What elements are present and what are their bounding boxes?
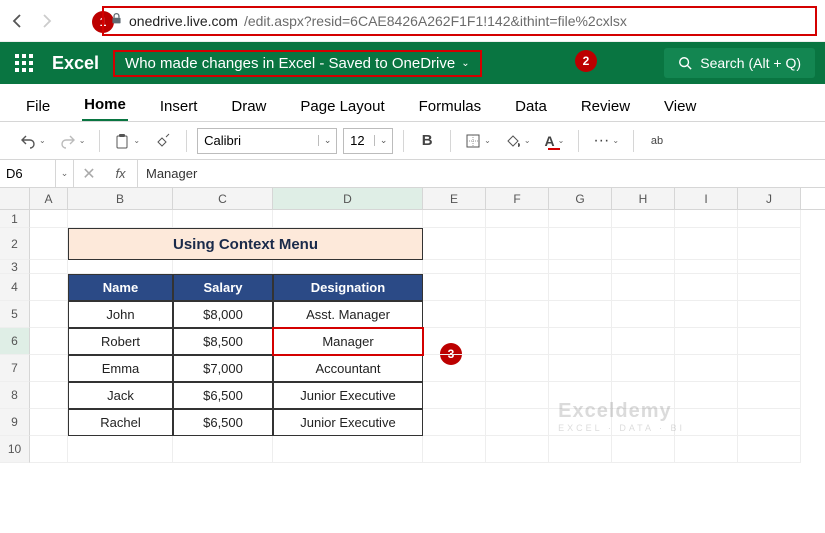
- url-host: onedrive.live.com: [129, 13, 238, 29]
- tab-review[interactable]: Review: [579, 92, 632, 121]
- annotation-badge-2: 2: [575, 50, 597, 72]
- table-cell[interactable]: Rachel: [68, 409, 173, 436]
- name-box-dropdown[interactable]: ⌄: [56, 160, 74, 187]
- col-header[interactable]: H: [612, 188, 675, 209]
- more-options-button[interactable]: ···⌄: [589, 128, 623, 154]
- table-cell[interactable]: John: [68, 301, 173, 328]
- row-header[interactable]: 10: [0, 436, 30, 463]
- spreadsheet-grid[interactable]: A B C D E F G H I J 1 2 Using Context Men…: [0, 188, 825, 463]
- tab-file[interactable]: File: [24, 92, 52, 121]
- lock-icon: [110, 12, 123, 30]
- table-cell[interactable]: $6,500: [173, 409, 273, 436]
- col-header[interactable]: A: [30, 188, 68, 209]
- fill-color-button[interactable]: ⌄: [501, 128, 535, 154]
- table-header[interactable]: Name: [68, 274, 173, 301]
- row-header[interactable]: 9: [0, 409, 30, 436]
- document-title[interactable]: Who made changes in Excel - Saved to One…: [113, 50, 482, 77]
- ribbon-toolbar: ⌄ ⌄ ⌄ ⌄ ⌄ B ⌄ ⌄ A⌄ ···⌄ ab: [0, 122, 825, 160]
- wrap-text-button[interactable]: ab: [644, 128, 670, 154]
- col-header[interactable]: B: [68, 188, 173, 209]
- col-header[interactable]: D: [273, 188, 423, 209]
- font-color-button[interactable]: A⌄: [541, 128, 569, 154]
- table-header[interactable]: Salary: [173, 274, 273, 301]
- table-cell[interactable]: Emma: [68, 355, 173, 382]
- undo-button[interactable]: ⌄: [16, 128, 50, 154]
- table-cell[interactable]: $8,000: [173, 301, 273, 328]
- merged-title-cell[interactable]: Using Context Menu: [68, 228, 423, 260]
- paste-button[interactable]: ⌄: [110, 128, 144, 154]
- font-name-input[interactable]: [198, 129, 318, 153]
- browser-nav-bar: onedrive.live.com/edit.aspx?resid=6CAE84…: [0, 0, 825, 42]
- search-icon: [678, 56, 692, 70]
- cancel-icon[interactable]: ✕: [74, 160, 104, 187]
- table-cell[interactable]: Robert: [68, 328, 173, 355]
- title-bar: Excel Who made changes in Excel - Saved …: [0, 42, 825, 84]
- search-button[interactable]: Search (Alt + Q): [664, 48, 815, 78]
- row-header[interactable]: 5: [0, 301, 30, 328]
- back-button[interactable]: [8, 11, 28, 31]
- tab-pagelayout[interactable]: Page Layout: [298, 92, 386, 121]
- font-size-selector[interactable]: ⌄: [343, 128, 393, 154]
- app-name: Excel: [52, 53, 99, 74]
- row-header[interactable]: 6: [0, 328, 30, 355]
- forward-button[interactable]: [36, 11, 56, 31]
- url-path: /edit.aspx?resid=6CAE8426A262F1F1!142&it…: [244, 13, 627, 29]
- col-header[interactable]: J: [738, 188, 801, 209]
- table-cell[interactable]: $6,500: [173, 382, 273, 409]
- formula-bar: D6 ⌄ ✕ fx Manager: [0, 160, 825, 188]
- col-header[interactable]: G: [549, 188, 612, 209]
- column-headers: A B C D E F G H I J: [0, 188, 825, 210]
- row-header[interactable]: 8: [0, 382, 30, 409]
- col-header[interactable]: F: [486, 188, 549, 209]
- chevron-down-icon: ⌄: [461, 58, 469, 69]
- tab-home[interactable]: Home: [82, 90, 128, 121]
- ribbon-tabs: File Home Insert Draw Page Layout Formul…: [0, 84, 825, 122]
- table-cell[interactable]: $7,000: [173, 355, 273, 382]
- table-cell[interactable]: Junior Executive: [273, 409, 423, 436]
- row-header[interactable]: 4: [0, 274, 30, 301]
- row-header[interactable]: 7: [0, 355, 30, 382]
- table-cell[interactable]: Junior Executive: [273, 382, 423, 409]
- table-header[interactable]: Designation: [273, 274, 423, 301]
- row-header[interactable]: 2: [0, 228, 30, 260]
- col-header[interactable]: C: [173, 188, 273, 209]
- tab-view[interactable]: View: [662, 92, 698, 121]
- chevron-down-icon[interactable]: ⌄: [374, 135, 392, 146]
- bold-button[interactable]: B: [414, 128, 440, 154]
- table-cell[interactable]: $8,500: [173, 328, 273, 355]
- table-cell[interactable]: Jack: [68, 382, 173, 409]
- col-header[interactable]: E: [423, 188, 486, 209]
- table-cell[interactable]: Accountant: [273, 355, 423, 382]
- borders-button[interactable]: ⌄: [461, 128, 495, 154]
- chevron-down-icon[interactable]: ⌄: [318, 135, 336, 146]
- tab-data[interactable]: Data: [513, 92, 549, 121]
- redo-button[interactable]: ⌄: [56, 128, 90, 154]
- name-box[interactable]: D6: [0, 160, 56, 187]
- app-launcher-button[interactable]: [10, 49, 38, 77]
- formula-input[interactable]: Manager: [138, 166, 825, 181]
- format-painter-button[interactable]: [150, 128, 176, 154]
- fx-label[interactable]: fx: [104, 160, 138, 187]
- tab-formulas[interactable]: Formulas: [417, 92, 484, 121]
- font-size-input[interactable]: [344, 129, 374, 153]
- row-header[interactable]: 3: [0, 260, 30, 274]
- font-name-selector[interactable]: ⌄: [197, 128, 337, 154]
- row-header[interactable]: 1: [0, 210, 30, 228]
- tab-draw[interactable]: Draw: [229, 92, 268, 121]
- selected-cell[interactable]: Manager: [273, 328, 423, 355]
- select-all-corner[interactable]: [0, 188, 30, 209]
- waffle-icon: [15, 54, 33, 72]
- document-title-text: Who made changes in Excel - Saved to One…: [125, 55, 455, 72]
- col-header[interactable]: I: [675, 188, 738, 209]
- address-bar[interactable]: onedrive.live.com/edit.aspx?resid=6CAE84…: [102, 6, 817, 36]
- search-label: Search (Alt + Q): [700, 55, 801, 71]
- tab-insert[interactable]: Insert: [158, 92, 200, 121]
- table-cell[interactable]: Asst. Manager: [273, 301, 423, 328]
